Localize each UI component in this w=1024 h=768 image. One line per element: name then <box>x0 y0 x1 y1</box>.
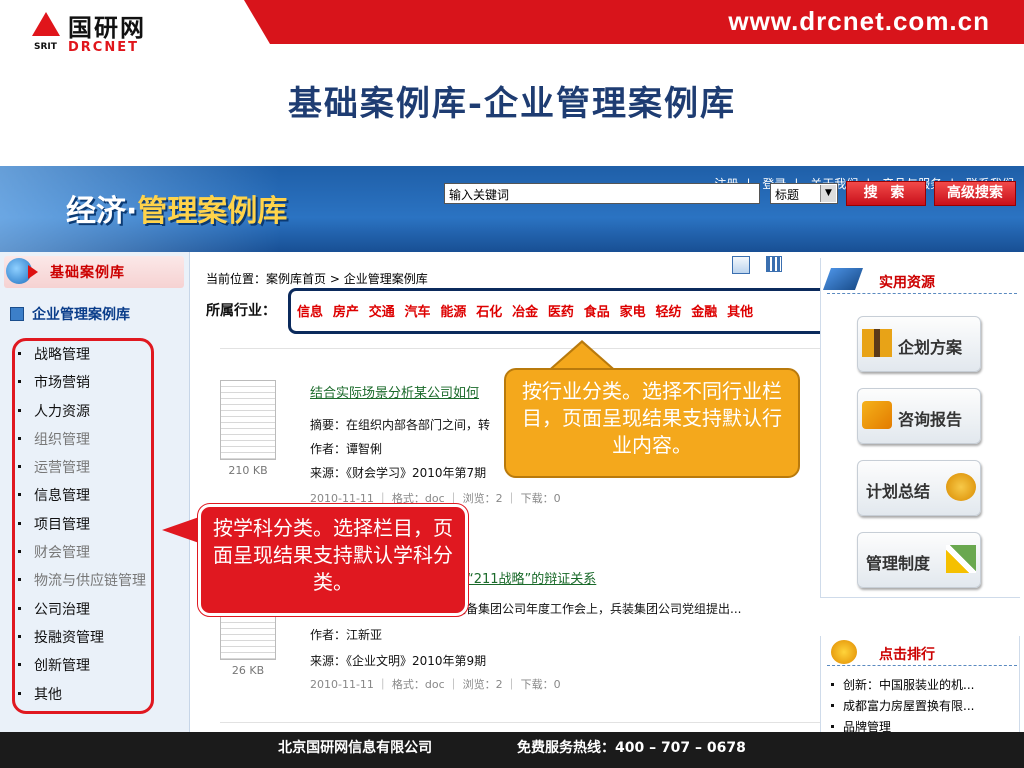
library-icon <box>10 307 24 321</box>
document-size: 210 KB <box>228 464 268 477</box>
pencil-check-icon <box>946 545 976 573</box>
subject-callout: 按学科分类。选择栏目，页面呈现结果支持默认学科分类。 <box>197 503 469 617</box>
logo-triangle-icon <box>32 12 60 36</box>
report-icon <box>862 401 892 429</box>
ranking-item[interactable]: 成都富力房屋置换有限... <box>831 697 1016 718</box>
divider <box>220 722 820 723</box>
industry-energy[interactable]: 能源 <box>440 305 466 320</box>
industry-pharma[interactable]: 医药 <box>548 305 574 320</box>
search-field-value: 标题 <box>775 188 800 202</box>
industry-realestate[interactable]: 房产 <box>333 305 359 320</box>
result-abstract: 摘要：在组织内部各部门之间，转 <box>310 418 491 432</box>
result-meta: 2010-11-11 ｜ 格式：doc ｜ 浏览：2 ｜ 下载：0 <box>310 678 561 691</box>
result-title-link[interactable]: 结合实际场景分析某公司如何 <box>310 382 479 401</box>
breadcrumb-sep: > <box>329 272 340 286</box>
result-author: 作者：江新亚 <box>310 628 383 642</box>
list-item: 210 KB <box>220 380 276 477</box>
dropdown-arrow-icon[interactable]: ▼ <box>820 185 836 202</box>
resource-consulting-button[interactable]: 咨询报告 <box>857 388 981 444</box>
breadcrumb-current: 企业管理案例库 <box>343 272 428 286</box>
industry-it[interactable]: 信息 <box>297 305 323 320</box>
resource-consulting-label: 咨询报告 <box>898 410 963 429</box>
resource-planning-button[interactable]: 企划方案 <box>857 316 981 372</box>
industry-transport[interactable]: 交通 <box>369 305 395 320</box>
subject-highlight-outline <box>12 338 154 714</box>
ranking-panel: 点击排行 创新：中国服装业的机... 成都富力房屋置换有限... 品牌管理 <box>820 636 1020 732</box>
search-field-select[interactable]: 标题 ▼ <box>770 183 838 204</box>
footer-company: 北京国研网信息有限公司 <box>278 740 433 756</box>
main-content: 当前位置：案例库首页 > 企业管理案例库 所属行业： 信息 房产 交通 汽车 能… <box>190 252 828 732</box>
view-toggle <box>732 256 784 274</box>
industry-other[interactable]: 其他 <box>727 305 753 320</box>
resource-summary-label: 计划总结 <box>866 482 931 501</box>
sidebar-subheader[interactable]: 企业管理案例库 <box>10 304 130 324</box>
resource-policy-label: 管理制度 <box>866 554 931 573</box>
industry-callout: 按行业分类。选择不同行业栏目，页面呈现结果支持默认行业内容。 <box>504 368 800 478</box>
result-source: 来源：《财会学习》2010年第7期 <box>310 466 487 480</box>
industry-petrochem[interactable]: 石化 <box>476 305 502 320</box>
resources-panel: 实用资源 企划方案 咨询报告 计划总结 管理制度 <box>820 258 1020 598</box>
ranking-list: 创新：中国服装业的机... 成都富力房屋置换有限... 品牌管理 <box>831 676 1016 732</box>
result-source: 来源：《企业文明》2010年第9期 <box>310 654 487 668</box>
advanced-search-button[interactable]: 高级搜索 <box>934 181 1016 206</box>
callout-pointer-fill <box>551 343 613 370</box>
banner-title-part2: 管理案例库 <box>137 194 288 229</box>
resource-planning-label: 企划方案 <box>898 338 963 357</box>
coins-icon <box>946 473 976 501</box>
banner-title-part1: 经济· <box>66 194 138 229</box>
sidebar-header[interactable]: 基础案例库 <box>4 256 184 288</box>
search-button[interactable]: 搜 索 <box>846 181 926 206</box>
logo-en-text: DRCNET <box>68 40 139 55</box>
books-icon <box>822 268 864 290</box>
arrow-right-icon <box>28 265 38 279</box>
ranking-item[interactable]: 创新：中国服装业的机... <box>831 676 1016 697</box>
resources-title: 实用资源 <box>879 275 935 291</box>
result-abstract: 装备集团公司年度工作会上，兵装集团公司党组提出... <box>454 602 742 616</box>
result-title-link[interactable]: 与“211战略”的辩证关系 <box>454 568 596 587</box>
footer-hotline: 免费服务热线：400 – 707 – 0678 <box>516 740 746 756</box>
footer: 北京国研网信息有限公司 免费服务热线：400 – 707 – 0678 <box>0 732 1024 768</box>
folder-icon <box>862 329 892 357</box>
divider <box>220 348 820 349</box>
logo-cn-text: 国研网 <box>68 14 146 42</box>
resource-policy-button[interactable]: 管理制度 <box>857 532 981 588</box>
resources-header: 实用资源 <box>822 268 1017 294</box>
list-view-icon[interactable] <box>732 256 750 274</box>
breadcrumb-prefix: 当前位置： <box>206 272 267 286</box>
logo-srit-text: SRIT <box>34 42 57 52</box>
industry-label: 所属行业： <box>206 303 276 319</box>
banner-title: 经济·管理案例库 <box>66 186 287 230</box>
industry-finance[interactable]: 金融 <box>691 305 717 320</box>
breadcrumb-home-link[interactable]: 案例库首页 <box>266 272 326 286</box>
grid-view-icon[interactable] <box>766 256 782 272</box>
ranking-item[interactable]: 品牌管理 <box>831 718 1016 732</box>
slide-title: 基础案例库-企业管理案例库 <box>287 84 737 124</box>
site-url: www.drcnet.com.cn <box>728 6 990 36</box>
industry-food[interactable]: 食品 <box>584 305 610 320</box>
callout-pointer <box>162 516 202 544</box>
drcnet-logo: 国研网 SRIT DRCNET <box>32 8 177 56</box>
search-input[interactable]: 输入关键词 <box>444 183 760 204</box>
sidebar-header-label: 基础案例库 <box>50 265 125 281</box>
industry-appliance[interactable]: 家电 <box>620 305 646 320</box>
best-badge-icon <box>831 640 857 664</box>
sidebar-subheader-label: 企业管理案例库 <box>32 307 130 323</box>
breadcrumb: 当前位置：案例库首页 > 企业管理案例库 <box>206 270 428 287</box>
industry-metallurgy[interactable]: 冶金 <box>512 305 538 320</box>
resource-summary-button[interactable]: 计划总结 <box>857 460 981 516</box>
ranking-header: 点击排行 <box>827 640 1017 666</box>
result-author: 作者：谭智俐 <box>310 442 383 456</box>
industry-textile[interactable]: 轻纺 <box>655 305 681 320</box>
site-banner: 经济·管理案例库 注册| 登录| 关于我们| 产品与服务| 联系我们 输入关键词… <box>0 166 1024 252</box>
industry-auto[interactable]: 汽车 <box>405 305 431 320</box>
document-size: 26 KB <box>231 664 265 677</box>
document-thumbnail[interactable] <box>220 380 276 460</box>
right-sidebar: 实用资源 企划方案 咨询报告 计划总结 管理制度 点击排行 创新：中国服装业的机… <box>820 252 1024 732</box>
ranking-title: 点击排行 <box>879 647 935 663</box>
industry-filter-bar: 信息 房产 交通 汽车 能源 石化 冶金 医药 食品 家电 轻纺 金融 其他 <box>288 288 828 334</box>
